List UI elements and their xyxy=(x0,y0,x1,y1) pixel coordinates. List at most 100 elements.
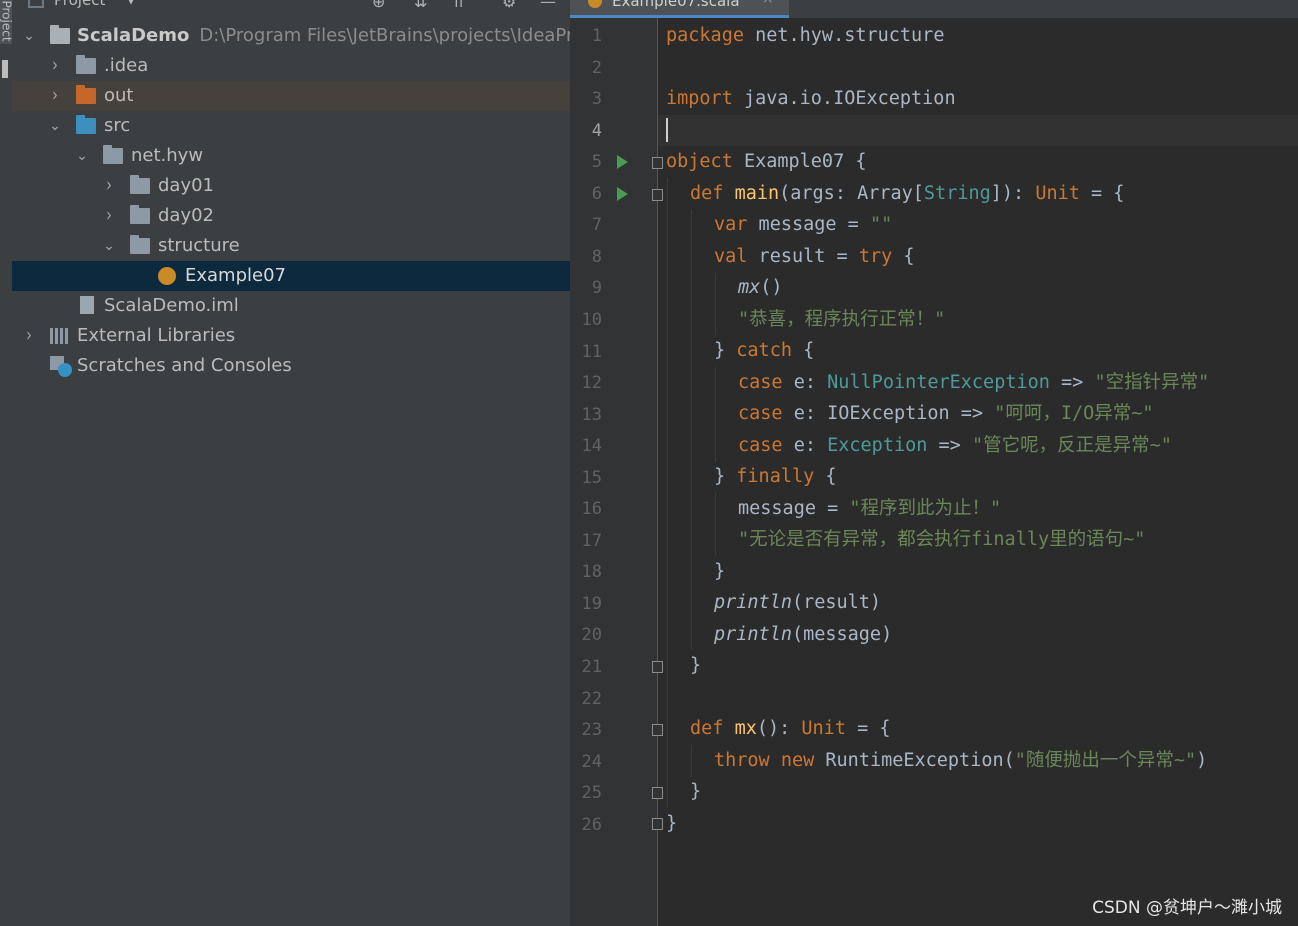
line-number: 4 xyxy=(591,120,602,141)
package-icon xyxy=(103,145,123,164)
indent-guide xyxy=(715,273,716,335)
library-icon xyxy=(50,328,70,344)
project-panel: Project ▼ ⊕ ⇊ ⇈ ⚙ — ⌄ ScalaDemo D:\Progra… xyxy=(12,0,570,926)
minimize-icon[interactable]: — xyxy=(540,0,556,11)
line-number: 26 xyxy=(581,814,602,835)
line-number: 11 xyxy=(581,341,602,362)
text-caret xyxy=(666,118,668,142)
fold-icon[interactable] xyxy=(652,661,663,673)
code-line-10: "恭喜，程序执行正常！" xyxy=(738,309,946,330)
line-number: 9 xyxy=(591,278,602,299)
close-icon[interactable]: × xyxy=(762,0,774,7)
code-line-23: def mx(): Unit = { xyxy=(690,718,891,739)
tree-item-external-libraries[interactable]: › External Libraries xyxy=(12,321,570,351)
package-icon xyxy=(130,175,150,194)
code-line-26: } xyxy=(666,813,678,834)
tree-item-label: ScalaDemo.iml xyxy=(104,295,239,316)
run-icon[interactable] xyxy=(617,155,628,169)
line-number: 6 xyxy=(591,183,602,204)
code-line-14: case e: Exception => "管它呢，反正是异常~" xyxy=(738,435,1172,456)
indent-guide xyxy=(715,493,716,555)
tree-item-label: structure xyxy=(158,235,240,256)
chevron-down-icon[interactable]: ⌄ xyxy=(48,111,62,141)
locate-icon[interactable]: ⊕ xyxy=(372,0,385,11)
code-editor[interactable]: Example07.scala × 1234567891011121314151… xyxy=(570,0,1298,926)
gear-icon[interactable]: ⚙ xyxy=(502,0,516,11)
line-number: 13 xyxy=(581,404,602,425)
code-line-9: mx() xyxy=(738,277,783,298)
line-number: 15 xyxy=(581,467,602,488)
line-number: 3 xyxy=(591,89,602,110)
tree-item-example07[interactable]: Example07 xyxy=(12,261,570,291)
line-number: 16 xyxy=(581,499,602,520)
code-line-5: object Example07 { xyxy=(666,151,867,172)
line-number: 20 xyxy=(581,625,602,646)
chevron-down-icon[interactable]: ⌄ xyxy=(22,21,36,51)
tree-item-label: External Libraries xyxy=(77,325,236,346)
chevron-right-icon[interactable]: › xyxy=(48,77,62,116)
tree-item-scratches[interactable]: Scratches and Consoles xyxy=(12,351,570,381)
package-icon xyxy=(130,235,150,254)
tab-example07[interactable]: Example07.scala × xyxy=(570,0,789,18)
tree-item-scalademo[interactable]: ⌄ ScalaDemo D:\Program Files\JetBrains\pr… xyxy=(12,21,570,51)
tree-item-day01[interactable]: › day01 xyxy=(12,171,570,201)
run-icon[interactable] xyxy=(617,187,628,201)
scala-file-icon xyxy=(588,0,602,8)
project-panel-title[interactable]: Project xyxy=(54,0,105,9)
tree-item-scalademo-iml[interactable]: ScalaDemo.iml xyxy=(12,291,570,321)
tree-item-label: net.hyw xyxy=(131,145,204,166)
tree-item-day02[interactable]: › day02 xyxy=(12,201,570,231)
line-number: 2 xyxy=(591,57,602,78)
tree-item-out[interactable]: › out xyxy=(12,81,570,111)
tree-item-label: src xyxy=(104,115,131,136)
fold-icon[interactable] xyxy=(652,189,663,201)
tree-item-label: Scratches and Consoles xyxy=(77,355,292,376)
fold-icon[interactable] xyxy=(652,818,663,830)
chevron-right-icon[interactable]: › xyxy=(22,317,36,356)
line-number: 8 xyxy=(591,246,602,267)
tree-item-label: out xyxy=(104,85,134,106)
code-line-21: } xyxy=(690,655,702,676)
code-line-16: message = "程序到此为止！" xyxy=(738,498,1002,519)
line-number: 19 xyxy=(581,593,602,614)
line-number: 10 xyxy=(581,309,602,330)
tree-item-label: ScalaDemo xyxy=(77,25,190,46)
tree-item-structure[interactable]: ⌄ structure xyxy=(12,231,570,261)
tree-item-label: day02 xyxy=(158,205,215,226)
clock-icon xyxy=(58,363,72,377)
current-line-highlight xyxy=(658,115,1298,146)
fold-icon[interactable] xyxy=(652,787,663,799)
code-line-1: package net.hyw.structure xyxy=(666,25,945,46)
code-line-19: println(result) xyxy=(714,592,882,613)
tree-item-src[interactable]: ⌄ src xyxy=(12,111,570,141)
fold-icon[interactable] xyxy=(652,157,663,169)
project-panel-header: Project ▼ ⊕ ⇊ ⇈ ⚙ — xyxy=(12,0,570,18)
chevron-down-icon[interactable]: ▼ xyxy=(126,0,136,7)
line-number: 22 xyxy=(581,688,602,709)
fold-icon[interactable] xyxy=(652,724,663,736)
line-number: 24 xyxy=(581,751,602,772)
stripe-marker xyxy=(2,60,8,78)
excluded-folder-icon xyxy=(76,85,96,104)
tree-item-label: .idea xyxy=(104,55,149,76)
line-number: 17 xyxy=(581,530,602,551)
chevron-down-icon[interactable]: ⌄ xyxy=(75,141,89,171)
code-line-12: case e: NullPointerException => "空指针异常" xyxy=(738,372,1210,393)
scala-object-icon xyxy=(158,267,176,285)
tree-item-net-hyw[interactable]: ⌄ net.hyw xyxy=(12,141,570,171)
project-tool-tab[interactable]: Project xyxy=(0,0,14,44)
indent-guide xyxy=(691,210,692,650)
line-number: 23 xyxy=(581,720,602,741)
chevron-right-icon[interactable]: › xyxy=(102,197,116,236)
expand-all-icon[interactable]: ⇊ xyxy=(414,0,427,11)
indent-guide xyxy=(691,745,692,777)
code-line-11: } catch { xyxy=(714,340,815,361)
code-line-18: } xyxy=(714,561,726,582)
collapse-all-icon[interactable]: ⇈ xyxy=(452,0,465,11)
tab-label: Example07.scala xyxy=(612,0,740,10)
source-folder-icon xyxy=(76,115,96,134)
iml-file-icon xyxy=(80,296,94,314)
chevron-down-icon[interactable]: ⌄ xyxy=(102,231,116,261)
tree-item-idea[interactable]: › .idea xyxy=(12,51,570,81)
code-line-13: case e: IOException => "呵呵，I/O异常~" xyxy=(738,403,1154,424)
